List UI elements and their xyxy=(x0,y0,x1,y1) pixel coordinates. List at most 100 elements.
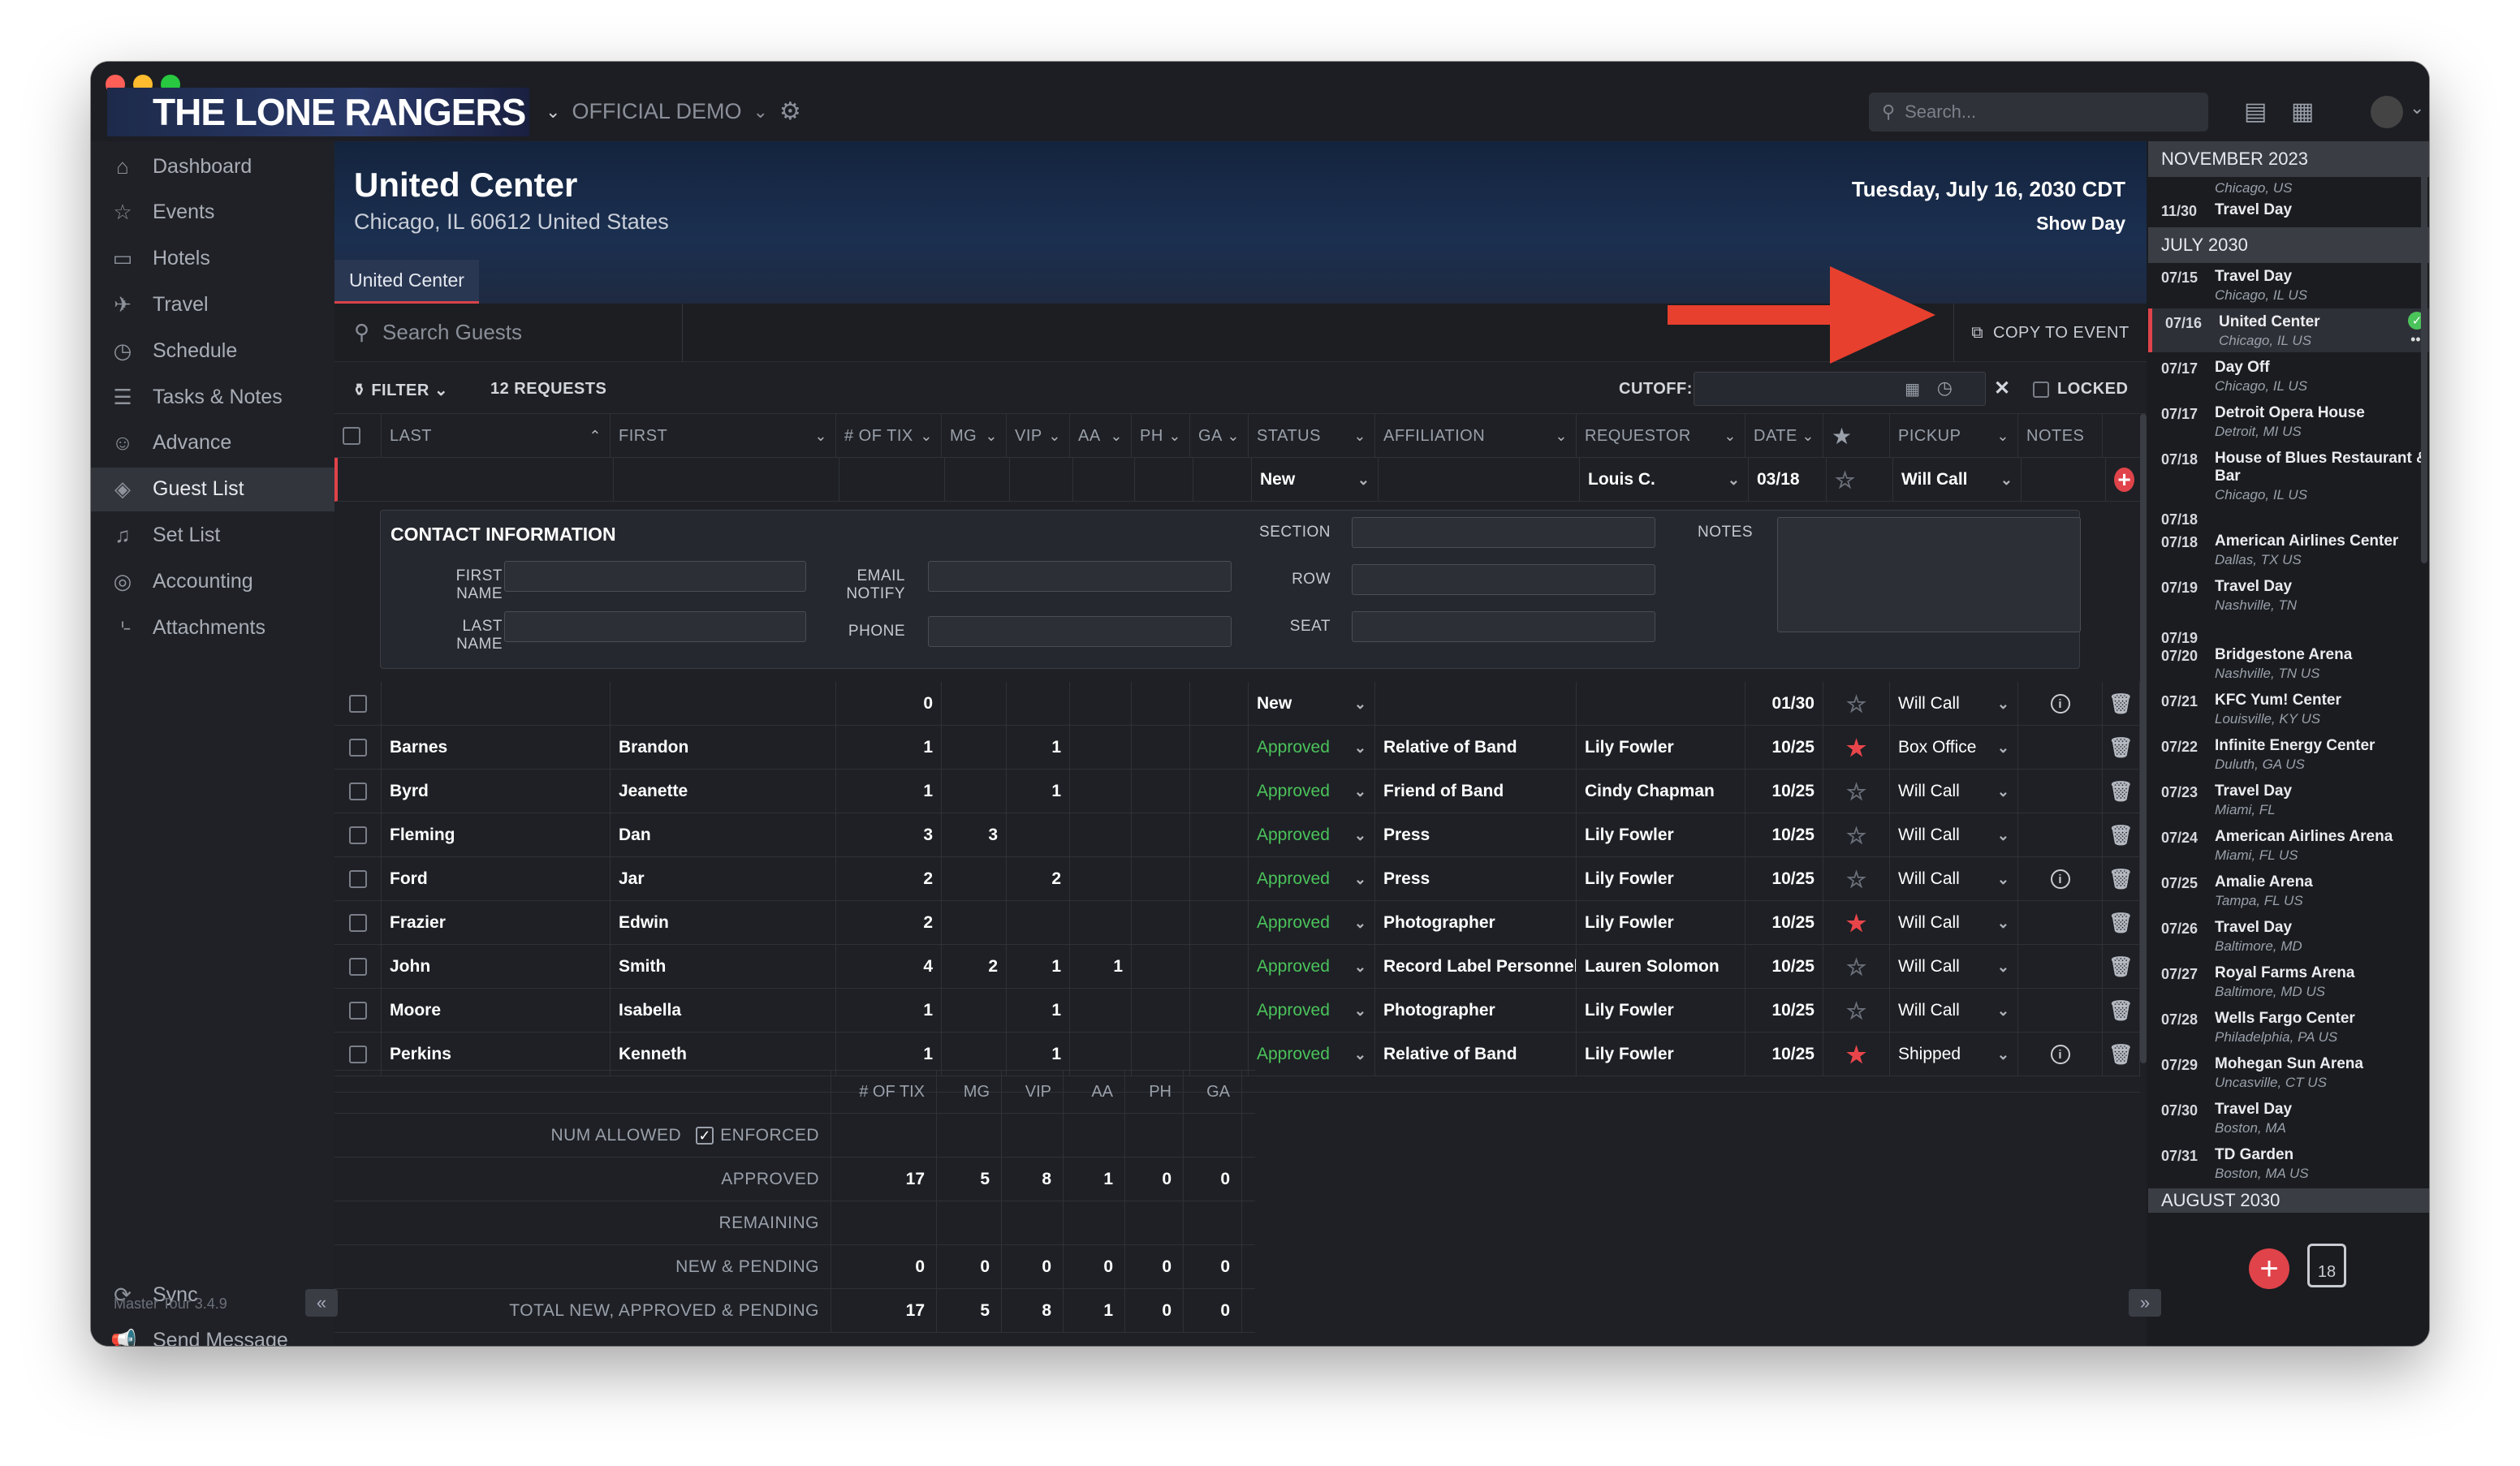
trash-icon[interactable]: 🗑 xyxy=(2108,824,2133,847)
last-name-field[interactable] xyxy=(504,611,806,642)
cell-aa[interactable] xyxy=(1070,901,1132,945)
column-header-affiliation[interactable]: AFFILIATION ⌄ xyxy=(1375,414,1577,458)
row-checkbox[interactable] xyxy=(334,813,382,857)
delete-row-cell[interactable]: 🗑 xyxy=(2103,770,2140,813)
cell-first[interactable]: Smith xyxy=(611,945,836,989)
status-select[interactable]: Approved ⌄ xyxy=(1249,901,1375,945)
column-header-mg[interactable]: MG ⌄ xyxy=(942,414,1007,458)
checkbox[interactable] xyxy=(348,958,367,976)
cell-ph[interactable] xyxy=(1132,857,1190,901)
new-row-requestor-select[interactable]: Louis C. ⌄ xyxy=(1580,458,1749,502)
cell-last[interactable] xyxy=(382,682,611,726)
column-header-ga[interactable]: GA ⌄ xyxy=(1190,414,1249,458)
checkbox[interactable] xyxy=(348,695,367,713)
num-allowed-field[interactable] xyxy=(831,1114,937,1158)
cell-notes[interactable]: i xyxy=(2018,682,2103,726)
checkbox[interactable] xyxy=(348,783,367,800)
status-select[interactable]: Approved ⌄ xyxy=(1249,770,1375,813)
sidebar-item-tasks-notes[interactable]: ☰ Tasks & Notes xyxy=(91,375,334,419)
cell-date[interactable]: 10/25 xyxy=(1745,901,1823,945)
cell-mg[interactable] xyxy=(942,770,1007,813)
table-scrollbar[interactable] xyxy=(2140,414,2147,1063)
num-allowed-field[interactable] xyxy=(1184,1114,1242,1158)
cell-aa[interactable]: 1 xyxy=(1070,945,1132,989)
seat-field[interactable] xyxy=(1352,611,1655,642)
column-header-star[interactable]: ★ xyxy=(1823,414,1890,458)
column-header-notes[interactable]: NOTES xyxy=(2018,414,2103,458)
star-icon[interactable]: ☆ xyxy=(1846,778,1866,805)
cell-star[interactable]: ★ xyxy=(1823,901,1890,945)
add-guest-cell[interactable]: + xyxy=(2106,458,2143,502)
cell-requestor[interactable]: Cindy Chapman xyxy=(1577,770,1745,813)
schedule-item[interactable]: 07/26 Travel Day Baltimore, MD xyxy=(2148,914,2429,958)
cell-notes[interactable] xyxy=(2018,945,2103,989)
new-row-status-select[interactable]: New ⌄ xyxy=(1252,458,1379,502)
locked-checkbox[interactable]: LOCKED xyxy=(2033,380,2128,399)
clear-cutoff-icon[interactable]: ✕ xyxy=(1994,377,2011,400)
cell-tix[interactable]: 1 xyxy=(836,989,942,1033)
notes-field[interactable] xyxy=(1777,517,2081,632)
clock-icon[interactable]: ◷ xyxy=(1937,377,1953,399)
cell-requestor[interactable]: Lily Fowler xyxy=(1577,857,1745,901)
sidebar-item-schedule[interactable]: ◷ Schedule xyxy=(91,329,334,373)
cell-ga[interactable] xyxy=(1190,989,1249,1033)
cell-date[interactable]: 10/25 xyxy=(1745,813,1823,857)
sidebar-item-guest-list[interactable]: ◈ Guest List xyxy=(91,467,334,511)
sidebar-item-attachments[interactable]: ⌎ Attachments xyxy=(91,606,334,649)
cell-notes[interactable]: i xyxy=(2018,857,2103,901)
schedule-item[interactable]: 07/19 Travel Day Nashville, TN xyxy=(2148,573,2429,617)
cell-last[interactable]: Ford xyxy=(382,857,611,901)
schedule-item[interactable]: 07/30 Travel Day Boston, MA xyxy=(2148,1096,2429,1140)
row-checkbox[interactable] xyxy=(334,682,382,726)
new-row-field[interactable] xyxy=(1010,458,1073,502)
cell-star[interactable]: ☆ xyxy=(1823,989,1890,1033)
trash-icon[interactable]: 🗑 xyxy=(2108,736,2133,760)
section-field[interactable] xyxy=(1352,517,1655,548)
checkbox[interactable] xyxy=(348,914,367,932)
trash-icon[interactable]: 🗑 xyxy=(2108,999,2133,1023)
row-checkbox[interactable] xyxy=(334,989,382,1033)
band-logo[interactable]: THE LONE RANGERS xyxy=(107,88,529,136)
schedule-item[interactable]: Travel Day xyxy=(2215,201,2429,219)
new-row-field[interactable] xyxy=(1073,458,1135,502)
new-row-affiliation[interactable] xyxy=(1379,458,1580,502)
column-header-requestor[interactable]: REQUESTOR ⌄ xyxy=(1577,414,1745,458)
sidebar-item-advance[interactable]: ☺ Advance xyxy=(91,421,334,465)
star-icon[interactable]: ☆ xyxy=(1846,954,1866,981)
star-icon[interactable]: ☆ xyxy=(1846,822,1866,849)
schedule-item[interactable]: 07/31 TD Garden Boston, MA US xyxy=(2148,1141,2429,1185)
new-row-field[interactable] xyxy=(614,458,839,502)
schedule-item[interactable]: 07/29 Mohegan Sun Arena Uncasville, CT US xyxy=(2148,1050,2429,1094)
phone-field[interactable] xyxy=(928,616,1232,647)
checkbox[interactable] xyxy=(2033,381,2049,398)
avatar[interactable] xyxy=(2371,96,2403,128)
schedule-item[interactable]: 07/18 House of Blues Restaurant & Bar Chic… xyxy=(2148,445,2429,505)
status-select[interactable]: Approved ⌄ xyxy=(1249,945,1375,989)
schedule-item[interactable]: 07/23 Travel Day Miami, FL xyxy=(2148,778,2429,821)
email-field[interactable] xyxy=(928,561,1232,592)
star-icon[interactable]: ★ xyxy=(1846,910,1866,937)
cell-tix[interactable]: 1 xyxy=(836,770,942,813)
trash-icon[interactable]: 🗑 xyxy=(2108,912,2133,935)
column-header-status[interactable]: STATUS ⌄ xyxy=(1249,414,1375,458)
row-checkbox[interactable] xyxy=(334,857,382,901)
cell-first[interactable]: Isabella xyxy=(611,989,836,1033)
cell-affiliation[interactable]: Press xyxy=(1375,813,1577,857)
cell-ga[interactable] xyxy=(1190,726,1249,770)
cell-mg[interactable] xyxy=(942,857,1007,901)
cell-requestor[interactable]: Lily Fowler xyxy=(1577,726,1745,770)
calendar-icon[interactable]: ▦ xyxy=(1905,379,1920,399)
cell-first[interactable]: Jar xyxy=(611,857,836,901)
new-row-field[interactable] xyxy=(1193,458,1252,502)
cell-aa[interactable] xyxy=(1070,682,1132,726)
cell-last[interactable]: Moore xyxy=(382,989,611,1033)
cell-first[interactable] xyxy=(611,682,836,726)
star-icon[interactable]: ★ xyxy=(1846,1041,1866,1068)
pickup-select[interactable]: Will Call ⌄ xyxy=(1890,945,2018,989)
cell-ph[interactable] xyxy=(1132,770,1190,813)
cell-notes[interactable] xyxy=(2018,770,2103,813)
star-icon[interactable]: ☆ xyxy=(1846,998,1866,1024)
new-row-field[interactable] xyxy=(945,458,1010,502)
add-icon[interactable]: + xyxy=(2114,467,2134,492)
column-header-vip[interactable]: VIP ⌄ xyxy=(1007,414,1070,458)
